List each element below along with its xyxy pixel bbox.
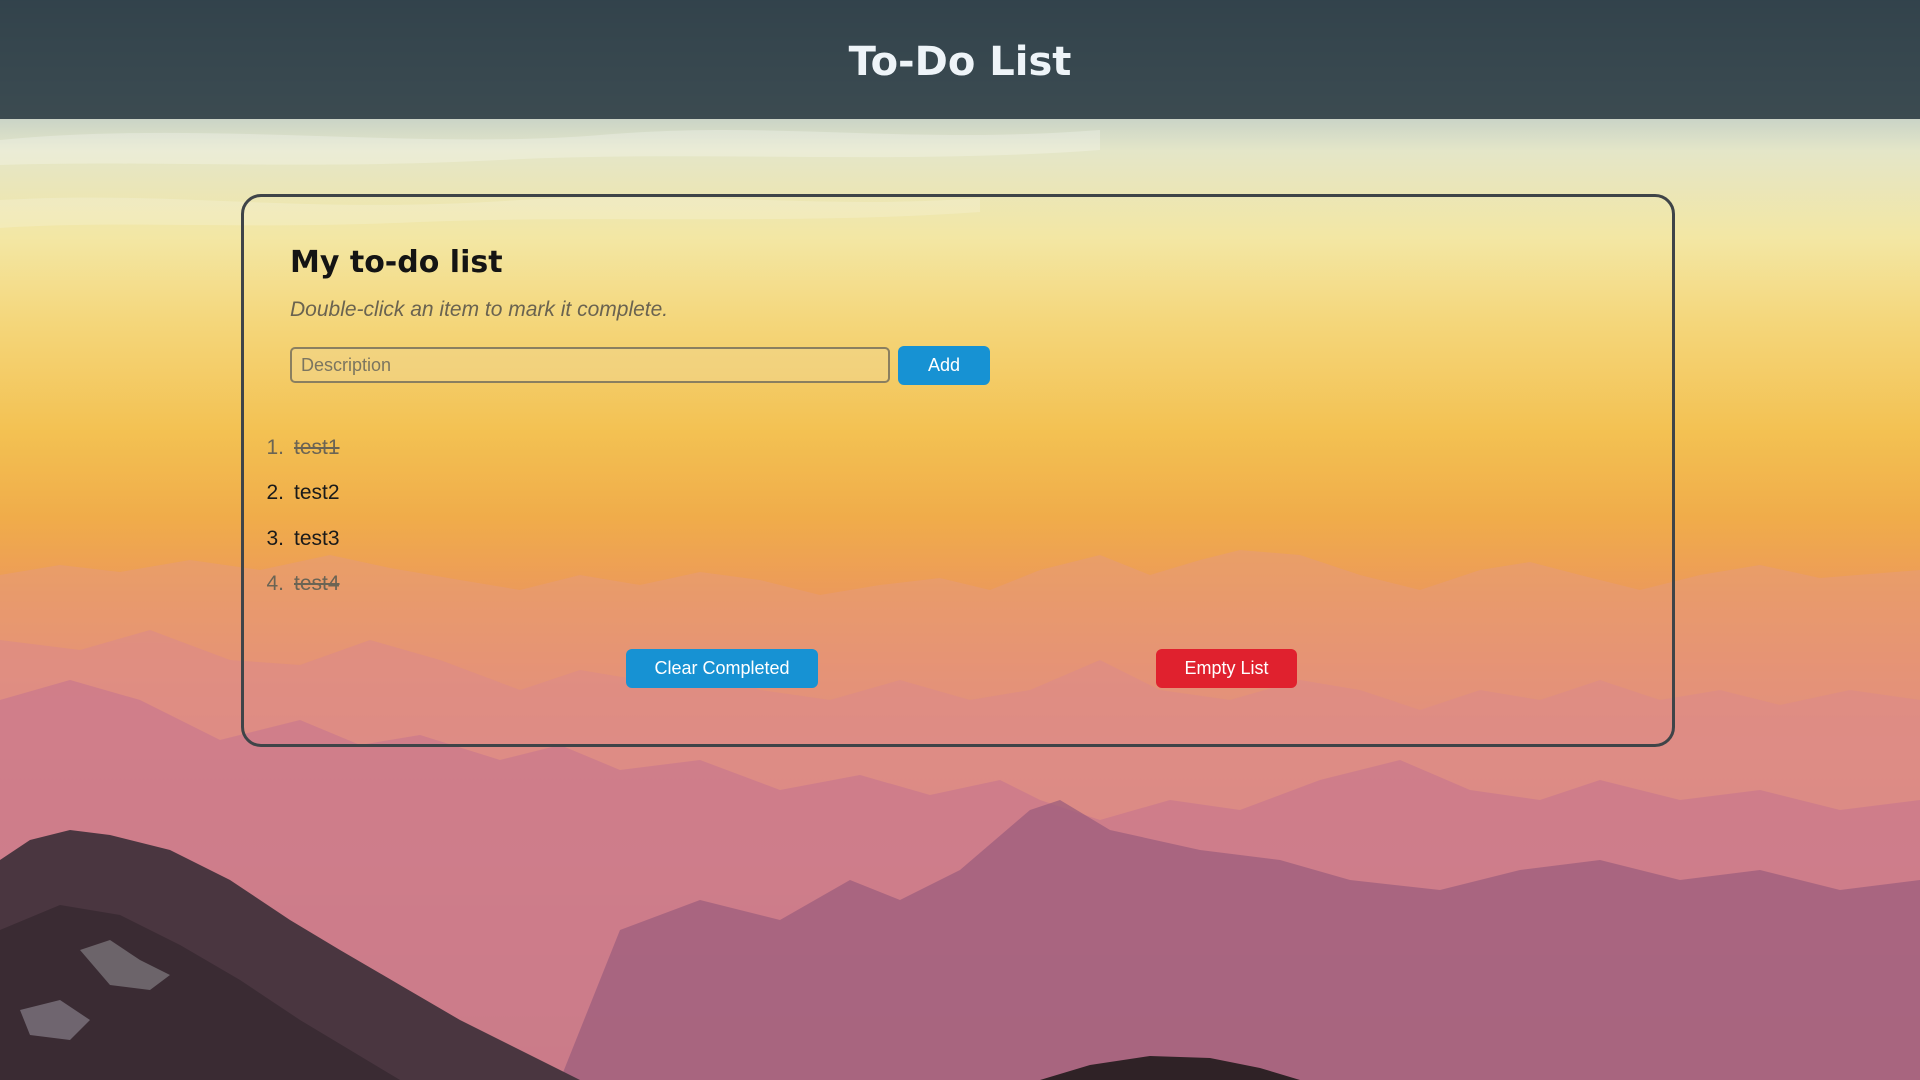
app-title: To-Do List [848,38,1072,85]
page: To-Do List My to-do list Double-click an… [0,0,1920,1080]
todo-item-number: 1. [266,435,284,459]
todo-item[interactable]: 1. test1 [250,425,340,471]
todo-list: 1. test1 2. test2 3. test3 4. test4 [250,425,340,608]
todo-item-number: 4. [266,572,284,596]
add-button[interactable]: Add [898,346,990,385]
todo-item-text: test3 [294,526,340,550]
description-input[interactable] [290,347,890,383]
todo-card: My to-do list Double-click an item to ma… [241,194,1675,747]
todo-item[interactable]: 4. test4 [250,562,340,608]
todo-item[interactable]: 3. test3 [250,516,340,562]
header-bar: To-Do List [0,0,1920,119]
todo-item-number: 2. [266,481,284,505]
todo-item-number: 3. [266,526,284,550]
empty-list-button[interactable]: Empty List [1156,649,1297,688]
todo-item[interactable]: 2. test2 [250,471,340,517]
instructions-text: Double-click an item to mark it complete… [290,298,669,321]
todo-item-text: test1 [294,435,340,459]
list-heading: My to-do list [290,245,503,280]
todo-item-text: test2 [294,481,340,505]
clear-completed-button[interactable]: Clear Completed [626,649,818,688]
todo-item-text: test4 [294,572,340,596]
